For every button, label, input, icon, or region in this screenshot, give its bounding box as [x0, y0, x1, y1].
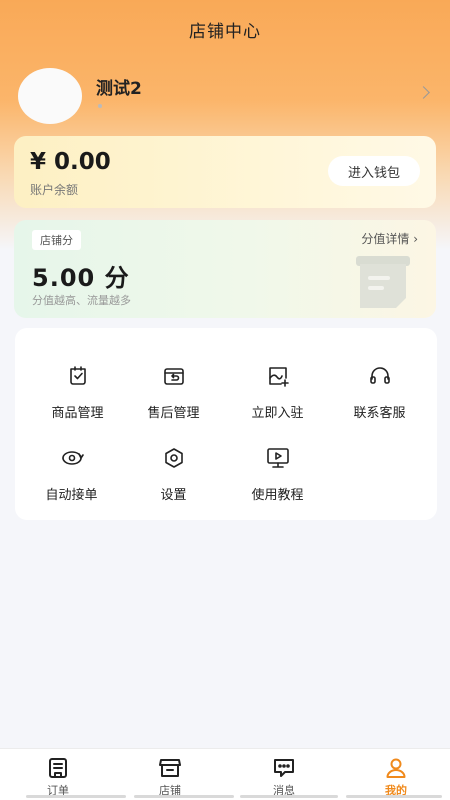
enter-wallet-button[interactable]: 进入钱包	[328, 156, 420, 186]
tab-messages[interactable]: 消息	[228, 749, 340, 800]
grid-item-product-management[interactable]: 商品管理	[25, 364, 130, 434]
grid-item-label: 立即入驻	[251, 406, 304, 421]
score-card-decoration-icon	[356, 256, 410, 308]
shop-subtitle-dot	[98, 104, 102, 108]
grid-item-label: 联系客服	[353, 406, 406, 421]
user-icon	[386, 758, 406, 778]
grid-item-label: 使用教程	[251, 488, 304, 503]
grid-item-label: 售后管理	[147, 406, 200, 421]
grid-item-auto-accept[interactable]: 自动接单	[19, 446, 124, 516]
grid-item-label: 自动接单	[45, 488, 98, 503]
grid-item-label: 商品管理	[51, 406, 104, 421]
bottom-tab-bar: 订单 店铺 消息 我的	[0, 748, 450, 800]
tutorial-icon	[267, 448, 289, 468]
avatar[interactable]	[18, 68, 82, 124]
chevron-right-icon[interactable]	[417, 86, 430, 99]
home-indicator-segment	[134, 795, 234, 798]
store-icon	[159, 759, 181, 777]
orders-icon	[49, 758, 67, 778]
message-icon	[274, 759, 294, 777]
score-hint: 分值越高、流量越多	[32, 294, 131, 307]
after-sales-icon	[164, 368, 184, 385]
tab-mine[interactable]: 我的	[340, 749, 450, 800]
settings-icon	[165, 448, 183, 468]
grid-item-join-now[interactable]: 立即入驻	[225, 364, 330, 434]
home-indicator-segment	[346, 795, 442, 798]
join-icon	[269, 367, 289, 387]
account-balance: ¥ 0.00	[30, 149, 111, 175]
grid-item-tutorial[interactable]: 使用教程	[225, 446, 330, 516]
home-indicator-segment	[240, 795, 338, 798]
grid-item-label: 设置	[160, 488, 187, 503]
home-indicator-segment	[26, 795, 126, 798]
shop-profile[interactable]: 测试2	[18, 66, 432, 126]
grid-item-settings[interactable]: 设置	[121, 446, 226, 516]
tab-store[interactable]: 店铺	[114, 749, 226, 800]
shop-name: 测试2	[96, 79, 142, 99]
function-grid: 商品管理 售后管理 立即入驻 联系客服 自动接单 设置 使用教程	[15, 328, 437, 520]
score-detail-link[interactable]: 分值详情 ›	[361, 230, 418, 247]
title-bar: 店铺中心	[0, 0, 450, 58]
grid-item-contact-service[interactable]: 联系客服	[327, 364, 432, 434]
shop-score-card: 店铺分 分值详情 › 5.00 分 分值越高、流量越多	[14, 220, 436, 318]
grid-item-after-sales[interactable]: 售后管理	[121, 364, 226, 434]
score-tag: 店铺分	[32, 230, 81, 250]
headset-icon	[370, 367, 390, 384]
page-title: 店铺中心	[189, 21, 261, 42]
tab-orders[interactable]: 订单	[2, 749, 114, 800]
auto-order-icon	[62, 451, 84, 465]
product-icon	[70, 366, 86, 385]
account-balance-label: 账户余额	[30, 183, 79, 197]
score-value: 5.00 分	[32, 264, 130, 292]
wallet-card: ¥ 0.00 账户余额 进入钱包	[14, 136, 436, 208]
